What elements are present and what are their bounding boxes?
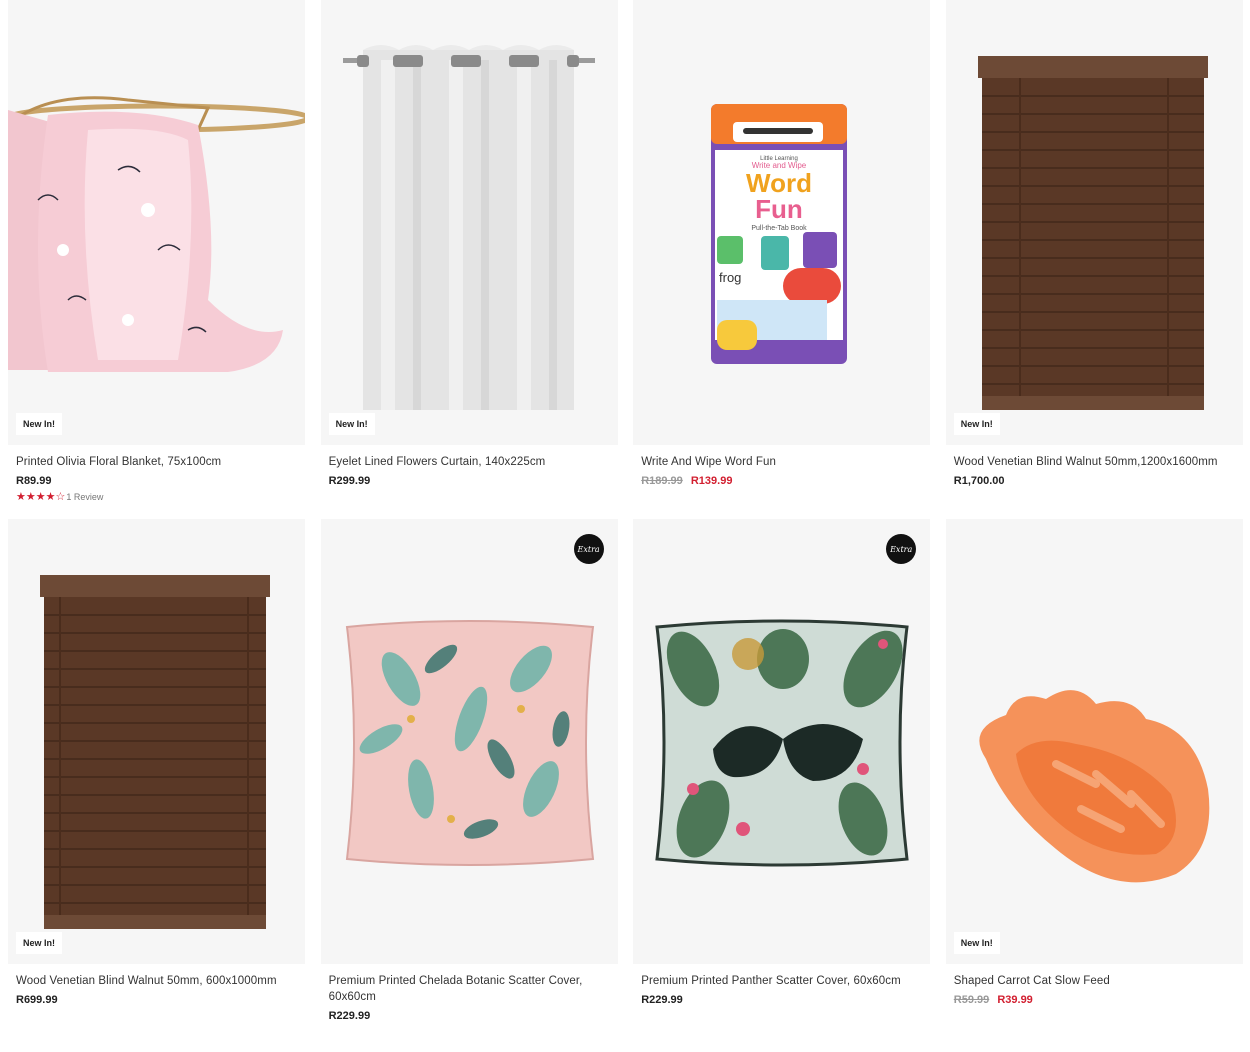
blanket-image: [8, 96, 305, 373]
price-row: R89.99: [16, 473, 297, 489]
product-image[interactable]: New In!: [945, 519, 1243, 964]
product-title[interactable]: Printed Olivia Floral Blanket, 75x100cm: [16, 454, 297, 470]
price-row: R229.99: [329, 1008, 610, 1024]
product-title[interactable]: Shaped Carrot Cat Slow Feed: [954, 973, 1235, 989]
product-image[interactable]: New In!: [945, 0, 1243, 445]
product-title[interactable]: Write And Wipe Word Fun: [641, 454, 922, 470]
product-image[interactable]: Little Learning Write and Wipe Word Fun …: [633, 0, 931, 445]
sale-price: R139.99: [690, 475, 733, 487]
product-title[interactable]: Premium Printed Panther Scatter Cover, 6…: [641, 973, 922, 989]
product-info: Premium Printed Panther Scatter Cover, 6…: [633, 964, 930, 1008]
product-image[interactable]: Extra: [320, 519, 618, 964]
product-card[interactable]: New In! Printed Olivia Floral Blanket, 7…: [8, 0, 305, 519]
product-title[interactable]: Premium Printed Chelada Botanic Scatter …: [329, 973, 610, 1005]
new-in-badge: New In!: [328, 413, 375, 435]
review-count[interactable]: 1 Review: [66, 492, 103, 502]
product-grid: New In! Printed Olivia Floral Blanket, 7…: [8, 0, 1243, 1052]
blind-image: [40, 575, 270, 929]
product-info: Premium Printed Chelada Botanic Scatter …: [321, 964, 618, 1024]
price-row: R1,700.00: [954, 473, 1235, 489]
cushion-image: [655, 619, 909, 867]
book-image: Little Learning Write and Wipe Word Fun …: [711, 104, 848, 364]
rating[interactable]: ★ ★ ★ ★ ☆ 1 Review: [16, 490, 297, 504]
new-in-badge: New In!: [953, 413, 1000, 435]
price-row: R229.99: [641, 992, 922, 1008]
product-image[interactable]: New In!: [8, 519, 305, 964]
product-info: Write And Wipe Word Fun R189.99 R139.99: [633, 445, 930, 489]
product-info: Eyelet Lined Flowers Curtain, 140x225cm …: [321, 445, 618, 489]
product-title[interactable]: Wood Venetian Blind Walnut 50mm, 600x100…: [16, 973, 297, 989]
extra-badge: Extra: [886, 534, 917, 564]
price-row: R59.99 R39.99: [954, 992, 1235, 1008]
product-info: Wood Venetian Blind Walnut 50mm,1200x160…: [946, 445, 1243, 489]
product-title[interactable]: Eyelet Lined Flowers Curtain, 140x225cm: [329, 454, 610, 470]
new-in-badge: New In!: [953, 932, 1000, 954]
new-in-badge: New In!: [16, 413, 63, 435]
product-card[interactable]: New In! Eyelet Lined Flowers Curtain, 14…: [320, 0, 618, 519]
product-image[interactable]: New In!: [8, 0, 305, 445]
product-price: R229.99: [641, 994, 683, 1006]
sale-price: R39.99: [997, 994, 1033, 1006]
product-card[interactable]: Little Learning Write and Wipe Word Fun …: [633, 0, 931, 519]
product-info: Shaped Carrot Cat Slow Feed R59.99 R39.9…: [946, 964, 1243, 1008]
product-info: Printed Olivia Floral Blanket, 75x100cm …: [8, 445, 305, 504]
product-price: R229.99: [328, 1010, 371, 1022]
product-image[interactable]: Extra: [633, 519, 931, 964]
product-price: R299.99: [328, 475, 371, 487]
cushion-image: [345, 620, 594, 866]
book-sub: Pull-the-Tab Book: [752, 225, 808, 232]
product-card[interactable]: New In! Wood Venetian Blind Walnut 50mm,…: [945, 0, 1243, 519]
slow-feeder-image: [979, 690, 1210, 883]
product-price: R1,700.00: [953, 475, 1005, 487]
star-icon: ★: [16, 490, 26, 503]
product-price: R699.99: [16, 994, 58, 1006]
book-word2: Fun: [755, 194, 803, 224]
price-row: R299.99: [329, 473, 610, 489]
product-info: Wood Venetian Blind Walnut 50mm, 600x100…: [8, 964, 305, 1008]
product-card[interactable]: New In! Wood Venetian Blind Walnut 50mm,…: [8, 519, 305, 1052]
new-in-badge: New In!: [16, 932, 63, 954]
product-card[interactable]: New In! Shaped Carrot Cat Slow Feed R59.…: [945, 519, 1243, 1052]
book-sample: frog: [719, 270, 741, 285]
product-title[interactable]: Wood Venetian Blind Walnut 50mm,1200x160…: [954, 454, 1235, 470]
product-image[interactable]: New In!: [320, 0, 618, 445]
product-card[interactable]: Extra Premium Printed Chelada Botanic Sc…: [320, 519, 618, 1052]
blind-image: [977, 56, 1208, 410]
price-row: R699.99: [16, 992, 297, 1008]
product-card[interactable]: Extra Premium Printed Panther Scatter Co…: [633, 519, 931, 1052]
price-row: R189.99 R139.99: [641, 473, 922, 489]
extra-badge: Extra: [573, 534, 604, 564]
star-outline-icon: ☆: [55, 490, 66, 503]
product-price: R89.99: [16, 475, 52, 487]
star-icon: ★: [45, 490, 56, 503]
star-icon: ★: [25, 490, 36, 503]
was-price: R59.99: [953, 994, 990, 1006]
curtain-image: [342, 45, 595, 410]
star-icon: ★: [35, 490, 46, 503]
was-price: R189.99: [641, 475, 683, 487]
